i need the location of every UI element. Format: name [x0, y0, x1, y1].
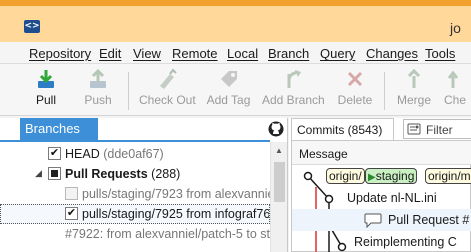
menu-view[interactable]: View	[133, 46, 161, 61]
delete-icon	[347, 71, 363, 87]
branch-row-selected[interactable]: ✔ pulls/staging/7925 from infograf768	[0, 204, 270, 224]
branch-group-pull-requests[interactable]: ◢ Pull Requests (288)	[0, 164, 270, 184]
menu-local[interactable]: Local	[227, 46, 258, 61]
commit-message: Update nl-NL.ini	[347, 191, 437, 205]
scroll-thumb[interactable]	[274, 162, 285, 202]
add-branch-button[interactable]: Add Branch	[262, 68, 325, 107]
check-out-button[interactable]: Check Out	[139, 68, 196, 107]
tag-icon	[220, 71, 237, 87]
cherry-pick-button[interactable]: Che	[444, 68, 471, 107]
title-bar: <> jo	[0, 0, 471, 42]
menu-query[interactable]: Query	[320, 46, 355, 61]
menu-repository[interactable]: Repository	[29, 46, 91, 61]
toolbar-separator	[384, 72, 385, 110]
pull-icon	[38, 70, 54, 88]
menu-bar: Repository Edit View Remote Local Branch…	[0, 42, 471, 64]
commit-message: Pull Request #	[388, 213, 470, 227]
branches-tab[interactable]: Branches ×	[20, 118, 111, 140]
branch-row-head[interactable]: ✔ HEAD (dde0af67)	[0, 144, 270, 164]
add-tag-button[interactable]: Add Tag	[206, 68, 251, 107]
pull-requests-checkbox[interactable]	[48, 167, 61, 180]
branch-icon	[287, 70, 301, 88]
branches-tree: ✔ HEAD (dde0af67) ◢ Pull Requests (288) …	[0, 140, 270, 252]
window-title: jo	[450, 20, 461, 36]
message-column-header[interactable]: Message	[299, 147, 348, 161]
branch-ref-badge: origin/	[326, 168, 365, 184]
commit-row[interactable]: Update nl-NL.ini	[292, 187, 471, 209]
commits-tab[interactable]: Commits (8543)	[291, 118, 394, 140]
play-icon: ▶	[368, 172, 376, 183]
pull-button[interactable]: Pull	[35, 68, 57, 107]
branches-scrollbar[interactable]: ▲	[270, 142, 287, 252]
head-label: HEAD (dde0af67)	[65, 147, 164, 161]
commit-row[interactable]: origin/ ▶staging origin/m	[292, 165, 471, 187]
menu-branch[interactable]: Branch	[268, 46, 309, 61]
commits-panel: Commits (8543) Filter Message origin/ ▶s…	[289, 118, 471, 252]
cherry-pick-icon	[447, 70, 458, 88]
push-icon	[90, 68, 106, 88]
delete-button[interactable]: Delete	[337, 68, 373, 107]
close-icon[interactable]: ×	[104, 121, 111, 135]
branch-label: pulls/staging/7923 from alexvanniel	[82, 187, 270, 201]
push-button[interactable]: Push	[84, 68, 112, 107]
commit-row[interactable]: Reimplementing C	[292, 231, 471, 252]
commits-list: Message origin/ ▶staging origin/m Update…	[291, 140, 471, 252]
scroll-up-icon[interactable]: ▲	[275, 146, 283, 155]
head-checkbox[interactable]: ✔	[48, 147, 61, 160]
menu-remote[interactable]: Remote	[172, 46, 218, 61]
commit-message: Reimplementing C	[354, 235, 457, 249]
staging-ref-badge: ▶staging	[365, 168, 418, 184]
filter-icon	[407, 123, 421, 135]
merge-icon	[407, 68, 421, 88]
toolbar-separator	[128, 72, 129, 110]
pull-request-row[interactable]: #7922: from alexvanniel/patch-5 to sta	[0, 224, 270, 244]
github-icon[interactable]	[268, 121, 284, 137]
pull-requests-label: Pull Requests (288)	[65, 167, 181, 181]
speech-bubble-icon	[364, 213, 382, 228]
commit-row[interactable]: Pull Request #	[292, 209, 471, 231]
menu-tools[interactable]: Tools	[425, 46, 455, 61]
branch-checkbox[interactable]	[65, 187, 78, 200]
merge-button[interactable]: Merge	[396, 68, 432, 107]
branch-ref-badge: origin/m	[425, 168, 471, 184]
branch-checkbox[interactable]: ✔	[65, 207, 78, 220]
menu-edit[interactable]: Edit	[99, 46, 121, 61]
branches-panel: Branches × ✔ HEAD (dde0af67) ◢ Pull Requ…	[0, 118, 288, 252]
collapse-icon[interactable]: ◢	[35, 168, 42, 179]
app-icon: <>	[24, 20, 40, 33]
menu-changes[interactable]: Changes	[366, 46, 418, 61]
pull-request-label: #7922: from alexvanniel/patch-5 to sta	[65, 227, 270, 241]
branch-row[interactable]: pulls/staging/7923 from alexvanniel	[0, 184, 270, 204]
commits-column-header: Message	[292, 141, 471, 165]
branch-label: pulls/staging/7925 from infograf768	[82, 207, 270, 221]
toolbar: Pull Push Check Out Add Tag Add Branch D…	[0, 64, 471, 116]
filter-button[interactable]: Filter	[403, 119, 471, 139]
check-out-icon	[160, 68, 177, 89]
